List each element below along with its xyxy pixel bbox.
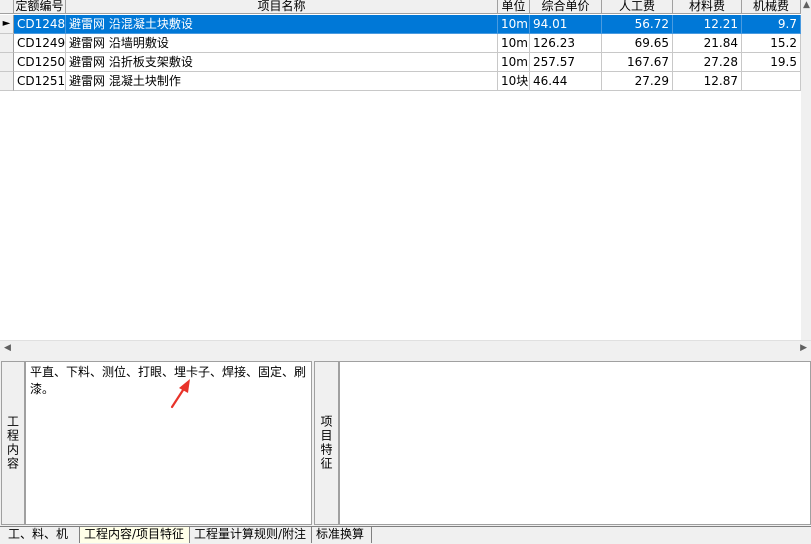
cell-material[interactable]: 12.21: [673, 15, 742, 34]
cell-labor[interactable]: 69.65: [602, 34, 673, 53]
annotation-arrow-icon: [170, 379, 190, 409]
tab-work-content[interactable]: 工程内容/项目特征: [80, 527, 190, 543]
cell-material[interactable]: 12.87: [673, 72, 742, 91]
cell-machine[interactable]: 19.5: [742, 53, 801, 72]
scroll-up-icon[interactable]: ▲: [803, 0, 810, 10]
cell-code[interactable]: CD1249: [14, 34, 66, 53]
scroll-right-icon[interactable]: ▶: [800, 343, 807, 353]
cell-machine[interactable]: 9.7: [742, 15, 801, 34]
col-header-unit[interactable]: 单位: [498, 0, 530, 14]
cell-name[interactable]: 避雷网 沿混凝土块敷设: [66, 15, 498, 34]
row-indicator: [0, 72, 14, 91]
cell-code[interactable]: CD1250: [14, 53, 66, 72]
row-indicator-icon: ►: [0, 15, 14, 34]
quota-grid: 定额编号 项目名称 单位 综合单价 人工费 材料费 机械费 ► CD1248 避…: [0, 0, 811, 356]
cell-price[interactable]: 94.01: [530, 15, 602, 34]
row-indicator: [0, 34, 14, 53]
cell-unit[interactable]: 10m: [498, 53, 530, 72]
col-header-labor[interactable]: 人工费: [602, 0, 673, 14]
col-header-name[interactable]: 项目名称: [66, 0, 498, 14]
cell-name[interactable]: 避雷网 混凝土块制作: [66, 72, 498, 91]
col-header-material[interactable]: 材料费: [673, 0, 742, 14]
col-header-machine[interactable]: 机械费: [742, 0, 801, 14]
cell-price[interactable]: 46.44: [530, 72, 602, 91]
cell-name[interactable]: 避雷网 沿墙明敷设: [66, 34, 498, 53]
scroll-left-icon[interactable]: ◀: [4, 343, 11, 353]
cell-unit[interactable]: 10块: [498, 72, 530, 91]
cell-code[interactable]: CD1248: [14, 15, 66, 34]
col-header-price[interactable]: 综合单价: [530, 0, 602, 14]
work-content-label: 工程内容: [1, 361, 25, 525]
cell-price[interactable]: 257.57: [530, 53, 602, 72]
col-header-indicator: [0, 0, 14, 14]
cell-material[interactable]: 27.28: [673, 53, 742, 72]
cell-machine[interactable]: [742, 72, 801, 91]
table-row[interactable]: ► CD1248 避雷网 沿混凝土块敷设 10m 94.01 56.72 12.…: [0, 15, 811, 34]
item-feature-label: 项目特征: [314, 361, 339, 525]
col-header-code[interactable]: 定额编号: [14, 0, 66, 14]
cell-material[interactable]: 21.84: [673, 34, 742, 53]
item-feature-textarea[interactable]: [339, 361, 811, 525]
vertical-scrollbar[interactable]: ▲: [801, 0, 811, 340]
cell-price[interactable]: 126.23: [530, 34, 602, 53]
cell-code[interactable]: CD1251: [14, 72, 66, 91]
bottom-tab-bar: 工、料、机 工程内容/项目特征 工程量计算规则/附注 标准换算: [0, 526, 811, 544]
table-row[interactable]: CD1250 避雷网 沿折板支架敷设 10m 257.57 167.67 27.…: [0, 53, 811, 72]
cell-labor[interactable]: 27.29: [602, 72, 673, 91]
table-row[interactable]: CD1249 避雷网 沿墙明敷设 10m 126.23 69.65 21.84 …: [0, 34, 811, 53]
tab-labor-material-machine[interactable]: 工、料、机: [4, 527, 80, 543]
row-indicator: [0, 53, 14, 72]
cell-machine[interactable]: 15.2: [742, 34, 801, 53]
cell-unit[interactable]: 10m: [498, 34, 530, 53]
cell-unit[interactable]: 10m: [498, 15, 530, 34]
table-row[interactable]: CD1251 避雷网 混凝土块制作 10块 46.44 27.29 12.87: [0, 72, 811, 91]
tab-quantity-rules[interactable]: 工程量计算规则/附注: [190, 527, 312, 543]
cell-name[interactable]: 避雷网 沿折板支架敷设: [66, 53, 498, 72]
tab-standard-conversion[interactable]: 标准换算: [312, 527, 372, 543]
horizontal-scrollbar[interactable]: ◀ ▶: [0, 340, 811, 356]
cell-labor[interactable]: 56.72: [602, 15, 673, 34]
cell-labor[interactable]: 167.67: [602, 53, 673, 72]
